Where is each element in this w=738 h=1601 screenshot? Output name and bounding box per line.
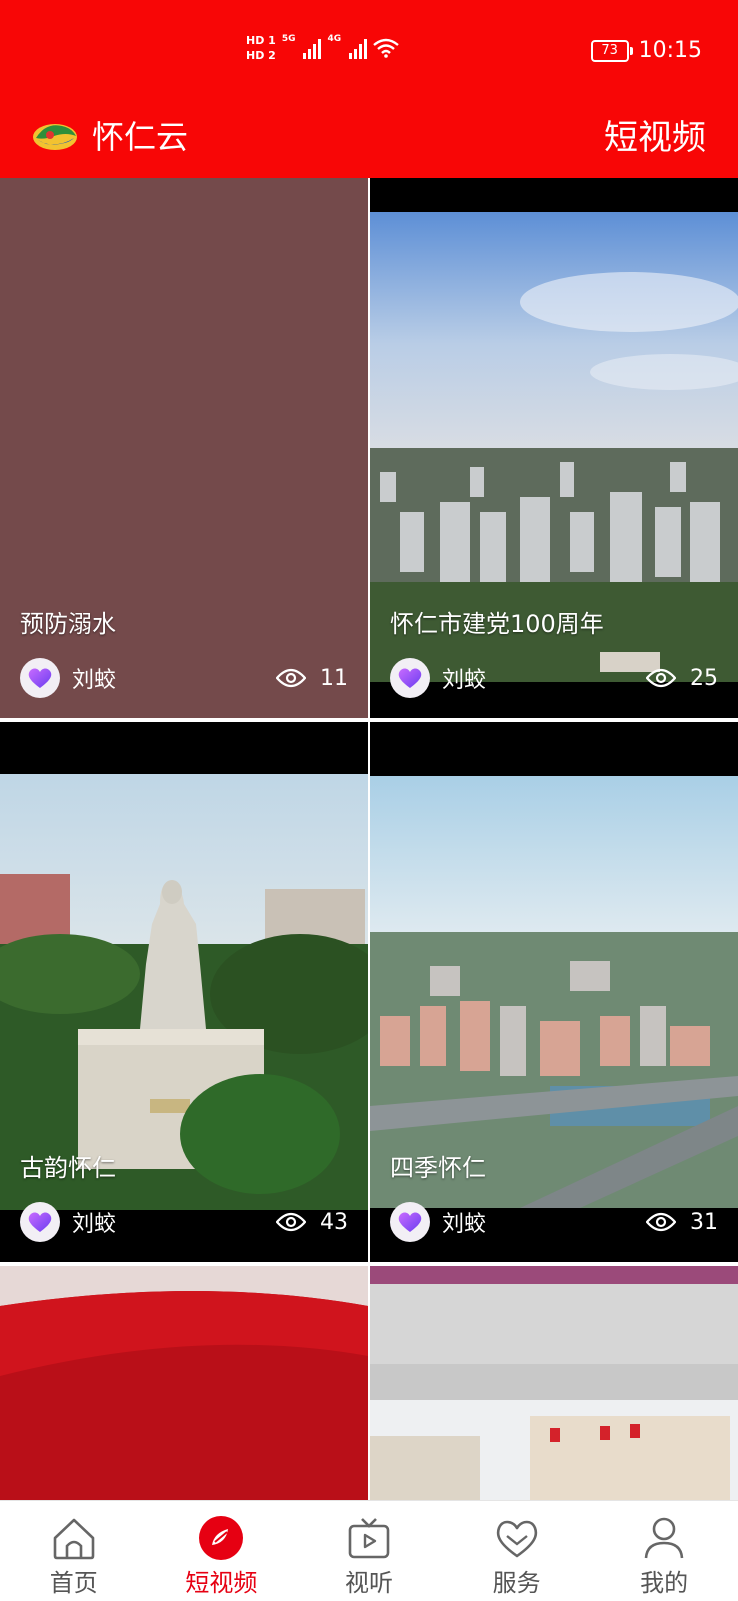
heart-avatar-icon xyxy=(28,1212,52,1232)
hd-indicator: HD 1 HD 2 xyxy=(246,34,276,62)
status-right: 73 10:15 xyxy=(590,38,702,63)
tab-short-video-label: 短视频 xyxy=(185,1569,258,1597)
tab-av-label: 视听 xyxy=(344,1569,393,1597)
signal-icon xyxy=(349,37,368,59)
tab-service[interactable]: 服务 xyxy=(443,1501,591,1601)
video-meta: 刘蛟 31 xyxy=(390,1202,718,1242)
author-name: 刘蛟 xyxy=(72,1212,117,1237)
author-name: 刘蛟 xyxy=(442,668,487,693)
video-title: 古韵怀仁 xyxy=(20,1154,116,1182)
video-title: 四季怀仁 xyxy=(390,1154,486,1182)
view-count-value: 31 xyxy=(690,1209,718,1235)
video-title: 怀仁市建党100周年 xyxy=(390,610,604,638)
view-count: 31 xyxy=(646,1210,718,1235)
bottom-tab-bar: 首页 短视频 视听 服务 我的 xyxy=(0,1500,738,1601)
app-name: 怀仁云 xyxy=(92,118,189,156)
heart-avatar-icon xyxy=(398,668,422,688)
tab-service-label: 服务 xyxy=(492,1569,541,1597)
author-name: 刘蛟 xyxy=(72,668,117,693)
video-card[interactable] xyxy=(370,1266,738,1500)
eye-icon xyxy=(276,1212,306,1232)
video-thumbnail xyxy=(370,776,738,1208)
avatar xyxy=(20,658,60,698)
battery-icon: 73 xyxy=(590,39,633,62)
view-count: 25 xyxy=(646,666,718,691)
view-count: 11 xyxy=(276,666,348,691)
eye-icon xyxy=(276,668,306,688)
view-count-value: 43 xyxy=(320,1209,348,1235)
network1-label: 5G xyxy=(281,34,296,44)
author-info: 刘蛟 xyxy=(20,1202,116,1242)
video-card[interactable]: 古韵怀仁 刘蛟 43 xyxy=(0,722,368,1262)
tab-short-video[interactable]: 短视频 xyxy=(148,1501,296,1601)
avatar xyxy=(390,658,430,698)
avatar xyxy=(390,1202,430,1242)
tab-av[interactable]: 视听 xyxy=(295,1501,443,1601)
signal-icon xyxy=(303,37,322,59)
video-thumbnail xyxy=(0,774,368,1210)
view-count-value: 11 xyxy=(320,665,348,691)
battery-level: 73 xyxy=(601,42,618,58)
video-thumbnail xyxy=(0,1266,368,1500)
video-meta: 刘蛟 11 xyxy=(20,658,348,698)
video-card[interactable]: 预防溺水 刘蛟 11 xyxy=(0,178,368,718)
author-name: 刘蛟 xyxy=(442,1212,487,1237)
network2-label: 4G xyxy=(327,34,342,44)
app-brand: 怀仁云 xyxy=(32,112,188,158)
tab-home[interactable]: 首页 xyxy=(0,1501,148,1601)
home-icon xyxy=(51,1515,97,1561)
tab-mine[interactable]: 我的 xyxy=(590,1501,738,1601)
video-card[interactable] xyxy=(0,1266,368,1500)
video-meta: 刘蛟 43 xyxy=(20,1202,348,1242)
heart-icon xyxy=(494,1515,540,1561)
eye-icon xyxy=(646,668,676,688)
video-card[interactable]: 怀仁市建党100周年 刘蛟 25 xyxy=(370,178,738,718)
video-meta: 刘蛟 25 xyxy=(390,658,718,698)
tab-home-label: 首页 xyxy=(49,1569,98,1597)
signal-indicators: HD 1 HD 2 5G 4G xyxy=(246,34,399,62)
view-count-value: 25 xyxy=(690,665,718,691)
video-thumbnail xyxy=(370,1266,738,1500)
video-title: 预防溺水 xyxy=(20,610,116,638)
tab-mine-label: 我的 xyxy=(640,1569,689,1597)
heart-avatar-icon xyxy=(398,1212,422,1232)
video-card[interactable]: 四季怀仁 刘蛟 31 xyxy=(370,722,738,1262)
clock: 10:15 xyxy=(638,38,702,63)
eye-icon xyxy=(646,1212,676,1232)
short-video-icon xyxy=(198,1515,244,1561)
wifi-icon xyxy=(373,38,399,58)
user-icon xyxy=(641,1515,687,1561)
view-count: 43 xyxy=(276,1210,348,1235)
video-grid: 预防溺水 刘蛟 11 怀仁市建党100周年 刘蛟 25 古韵怀仁 刘蛟 43 四… xyxy=(0,178,738,1500)
app-header: HD 1 HD 2 5G 4G 73 10:15 怀仁云 短视频 xyxy=(0,0,738,178)
hd1-label: HD 1 xyxy=(246,34,276,47)
author-info: 刘蛟 xyxy=(390,1202,486,1242)
page-title: 短视频 xyxy=(604,118,706,158)
tv-icon xyxy=(346,1515,392,1561)
author-info: 刘蛟 xyxy=(20,658,116,698)
status-bar: HD 1 HD 2 5G 4G 73 10:15 xyxy=(0,30,738,80)
hd2-label: HD 2 xyxy=(246,49,276,62)
author-info: 刘蛟 xyxy=(390,658,486,698)
heart-avatar-icon xyxy=(28,668,52,688)
avatar xyxy=(20,1202,60,1242)
app-logo-icon xyxy=(33,124,77,150)
